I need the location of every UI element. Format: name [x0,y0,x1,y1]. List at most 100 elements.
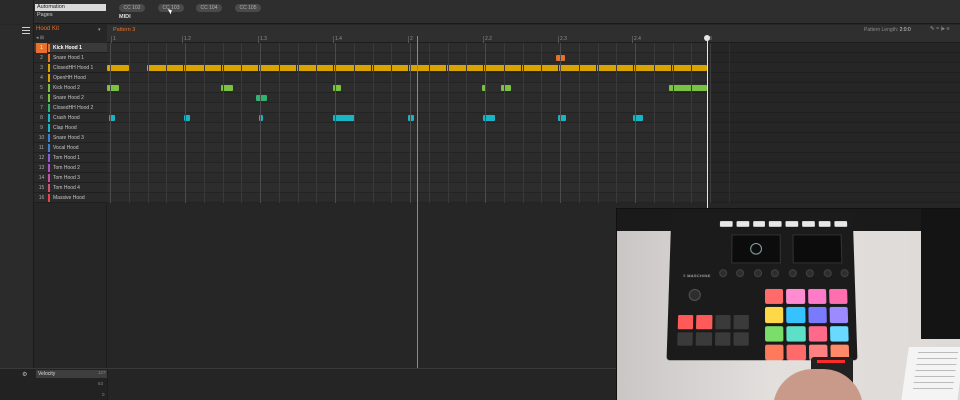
sound-slot-number: 14 [38,175,45,181]
sound-slot[interactable]: 16 Massive Hood [34,193,107,203]
sound-slot-name: Tom Hood 1 [53,155,80,161]
controller-big-knob [688,288,701,301]
grid-line [391,43,392,203]
ruler-tick-label: 1.3 [260,36,267,42]
pattern-length[interactable]: Pattern Length: 2:0:0 [864,27,911,33]
sound-slot-name: OpenHH Hood [53,75,86,81]
note-event[interactable] [501,85,511,91]
note-divider [333,65,334,71]
ruler-tick-label: 2.4 [634,36,641,42]
sound-list-toolbar: ◂ ⊞ [36,35,45,41]
ruler-tick-line [483,36,484,43]
sound-slot-name: Tom Hood 4 [53,185,80,191]
ruler-tick-label: 1.4 [335,36,342,42]
grid-line [523,43,524,203]
cc-button-3[interactable]: CC 104 [196,4,222,12]
sound-slot[interactable]: 13 Tom Hood 2 [34,163,107,173]
note-event[interactable] [107,85,119,91]
menu-icon[interactable] [22,27,30,34]
sound-slot[interactable]: 9 Clap Hood [34,123,107,133]
sound-slot[interactable]: 12 Tom Hood 1 [34,153,107,163]
velocity-select[interactable]: Velocity [36,370,107,378]
ruler-tick-line [408,36,409,43]
sound-slot[interactable]: 7 ClosedHH Hood 2 [34,103,107,113]
grid-line [110,43,111,203]
gear-icon[interactable]: ⚙ [22,371,27,378]
sound-slot[interactable]: 10 Snare Hood 3 [34,133,107,143]
grid-line [241,43,242,203]
sound-color-bar [48,144,50,152]
note-event[interactable] [147,65,707,71]
editor-tool-icons[interactable]: ✎ ≈ |▸ ≡ [930,26,950,32]
cc-button-1[interactable]: CC 102 [119,4,145,12]
grid-line [279,43,280,203]
ruler-tick-line [258,36,259,43]
out-of-loop-region [708,43,960,203]
loop-end-handle[interactable] [704,35,710,41]
sound-slot[interactable]: 6 Snare Hood 2 [34,93,107,103]
sound-color-bar [48,114,50,122]
grid-line [673,43,674,203]
grid-line [466,43,467,203]
note-divider [371,65,372,71]
sound-slot-name: Vocal Hood [53,145,79,151]
sound-slot[interactable]: 8 Crash Hood [34,113,107,123]
sound-slot[interactable]: 3 ClosedHH Hood 1 [34,63,107,73]
cc-button-4[interactable]: CC 105 [235,4,261,12]
sound-slot[interactable]: 5 Kick Hood 2 [34,83,107,93]
sound-slot-name: Kick Hood 2 [53,85,80,91]
sound-slot-number: 2 [40,55,43,61]
sound-slot[interactable]: 1 Kick Hood 1 [34,43,107,53]
grid-line [504,43,505,203]
ruler-tick-line [333,36,334,43]
grid-line [429,43,430,203]
left-tool-column [0,0,34,24]
sound-slot[interactable]: 11 Vocal Hood [34,143,107,153]
sound-slot-name: Clap Hood [53,125,77,131]
controller-knobs [719,269,849,279]
midi-label: MIDI [119,14,131,20]
sound-color-bar [48,94,50,102]
sound-slot-number: 9 [40,125,43,131]
grid-line [654,43,655,203]
loop-end-marker[interactable] [707,36,708,208]
controller-left-buttons [677,315,749,346]
ruler-tick-label: 1 [113,36,116,42]
note-divider [221,65,222,71]
sound-slot[interactable]: 2 Snare Hood 1 [34,53,107,63]
timeline-ruler[interactable] [107,25,960,43]
sound-slot-number: 4 [40,75,43,81]
grid-line [410,43,411,203]
note-event[interactable] [408,115,414,121]
note-event[interactable] [669,85,707,91]
velocity-scale-min: 0 [102,392,105,397]
camera-paper [901,347,960,400]
pattern-name[interactable]: Pattern 3 [113,27,135,33]
grid-line [579,43,580,203]
ruler-tick-line [182,36,183,43]
note-divider [521,65,522,71]
sound-list: 1 Kick Hood 1 2 Snare Hood 1 3 ClosedHH Hood … [34,43,107,203]
sound-slot-name: ClosedHH Hood 1 [53,65,94,71]
sound-slot-number: 5 [40,85,43,91]
automation-select[interactable]: Automation [35,4,106,11]
ruler-tick-label: 2.3 [560,36,567,42]
note-event[interactable] [333,115,355,121]
sound-slot[interactable]: 15 Tom Hood 4 [34,183,107,193]
sound-slot[interactable]: 4 OpenHH Hood [34,73,107,83]
note-divider [596,65,597,71]
sound-color-bar [48,44,50,52]
sound-slot-number: 16 [38,195,45,201]
controller-screen-left [731,234,781,264]
sound-slot-number: 15 [38,185,45,191]
maschine-controller: ≡ MASCHINE [666,213,858,361]
sound-slot-name: Snare Hood 1 [53,55,84,61]
sound-color-bar [48,154,50,162]
note-divider [633,65,634,71]
kit-title[interactable]: Hood Kit [36,26,59,32]
sound-slot[interactable]: 14 Tom Hood 3 [34,173,107,183]
grid-line [223,43,224,203]
note-event[interactable] [256,95,267,101]
chevron-down-icon[interactable]: ▾ [98,27,101,33]
grid-line [316,43,317,203]
